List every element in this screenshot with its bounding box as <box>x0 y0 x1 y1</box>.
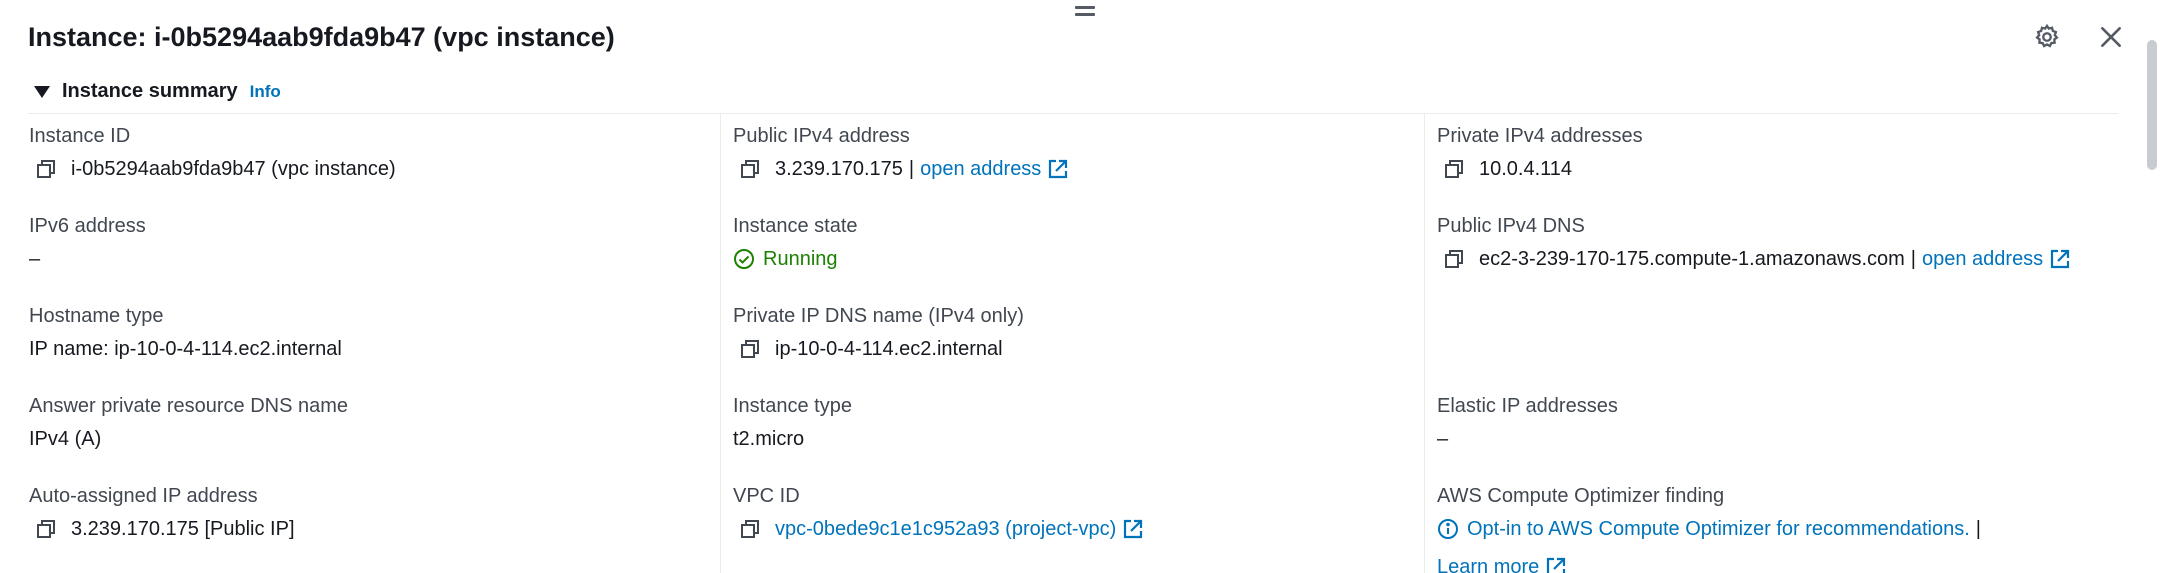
field-label: Public IPv4 DNS <box>1437 215 1585 237</box>
field-label: Instance state <box>733 215 858 237</box>
field-value: ip-10-0-4-114.ec2.internal <box>775 338 1003 360</box>
column-divider <box>1424 114 1425 573</box>
instance-details-panel: Instance: i-0b5294aab9fda9b47 (vpc insta… <box>0 0 2161 573</box>
field-value: t2.micro <box>733 428 805 450</box>
instance-type-field: Instance type t2.micro <box>733 394 852 451</box>
copy-icon[interactable] <box>35 518 57 540</box>
field-value: ec2-3-239-170-175.compute-1.amazonaws.co… <box>1479 248 1905 270</box>
optimizer-opt-in-link[interactable]: Opt-in to AWS Compute Optimizer for reco… <box>1467 517 1970 541</box>
caret-down-icon <box>34 85 50 98</box>
status-running: Running <box>763 248 838 270</box>
separator: | <box>908 158 915 180</box>
field-value: 3.239.170.175 <box>775 158 903 180</box>
field-label: Instance ID <box>29 125 131 147</box>
info-link[interactable]: Info <box>250 82 281 102</box>
learn-more-link[interactable]: Learn more <box>1437 555 1539 573</box>
hostname-type-field: Hostname type IP name: ip-10-0-4-114.ec2… <box>29 304 342 361</box>
public-ipv4-field: Public IPv4 address 3.239.170.175 | open… <box>733 124 1069 181</box>
answer-dns-field: Answer private resource DNS name IPv4 (A… <box>29 394 348 451</box>
instance-summary-toggle[interactable]: Instance summary Info <box>34 80 281 103</box>
external-link-icon[interactable] <box>1122 518 1144 540</box>
gear-icon[interactable] <box>2030 20 2064 54</box>
field-label: Instance type <box>733 395 852 417</box>
column-divider <box>720 114 721 573</box>
field-value: – <box>1437 428 1449 450</box>
vpc-id-link[interactable]: vpc-0bede9c1e1c952a93 (project-vpc) <box>775 517 1116 541</box>
copy-icon[interactable] <box>739 518 761 540</box>
header-actions <box>2030 20 2128 54</box>
field-label: Public IPv4 address <box>733 125 910 147</box>
copy-icon[interactable] <box>1443 158 1465 180</box>
field-value: i-0b5294aab9fda9b47 (vpc instance) <box>71 158 396 180</box>
external-link-icon[interactable] <box>2049 248 2071 270</box>
separator: | <box>1910 248 1916 270</box>
compute-optimizer-field: AWS Compute Optimizer finding Opt-in to … <box>1437 484 1987 573</box>
divider <box>28 113 2118 114</box>
vpc-id-field: VPC ID vpc-0bede9c1e1c952a93 (project-vp… <box>733 484 1144 541</box>
check-circle-icon <box>733 248 755 270</box>
elastic-ip-field: Elastic IP addresses – <box>1437 394 1618 451</box>
copy-icon[interactable] <box>739 158 761 180</box>
section-title: Instance summary <box>62 80 238 102</box>
resize-handle-icon[interactable] <box>1075 6 1095 20</box>
public-dns-field: Public IPv4 DNS ec2-3-239-170-175.comput… <box>1437 214 2071 271</box>
private-dns-field: Private IP DNS name (IPv4 only) ip-10-0-… <box>733 304 1024 361</box>
field-label: Hostname type <box>29 305 164 327</box>
external-link-icon[interactable] <box>1047 158 1069 180</box>
external-link-icon[interactable] <box>1545 556 1567 573</box>
instance-state-field: Instance state Running <box>733 214 858 271</box>
field-value: IPv4 (A) <box>29 428 102 450</box>
page-title: Instance: i-0b5294aab9fda9b47 (vpc insta… <box>28 22 615 52</box>
close-icon[interactable] <box>2094 20 2128 54</box>
scrollbar[interactable] <box>2147 40 2157 170</box>
field-label: AWS Compute Optimizer finding <box>1437 485 1725 507</box>
field-value: – <box>29 248 41 270</box>
field-label: IPv6 address <box>29 215 146 237</box>
field-label: Elastic IP addresses <box>1437 395 1618 417</box>
copy-icon[interactable] <box>1443 248 1465 270</box>
ipv6-field: IPv6 address – <box>29 214 146 271</box>
auto-assigned-ip-field: Auto-assigned IP address 3.239.170.175 [… <box>29 484 295 541</box>
field-label: Private IPv4 addresses <box>1437 125 1643 147</box>
field-value: 10.0.4.114 <box>1479 158 1573 180</box>
open-address-link[interactable]: open address <box>1922 247 2043 271</box>
open-address-link[interactable]: open address <box>920 157 1041 181</box>
info-icon <box>1437 518 1459 540</box>
field-label: Answer private resource DNS name <box>29 395 349 417</box>
separator: | <box>1975 518 1981 540</box>
private-ipv4-field: Private IPv4 addresses 10.0.4.114 <box>1437 124 1643 181</box>
field-label: Private IP DNS name (IPv4 only) <box>733 305 1024 327</box>
copy-icon[interactable] <box>35 158 57 180</box>
field-label: Auto-assigned IP address <box>29 485 258 507</box>
field-value: IP name: ip-10-0-4-114.ec2.internal <box>29 338 342 360</box>
instance-id-field: Instance ID i-0b5294aab9fda9b47 (vpc ins… <box>29 124 396 181</box>
field-label: VPC ID <box>733 485 800 507</box>
field-value: 3.239.170.175 [Public IP] <box>71 518 295 540</box>
copy-icon[interactable] <box>739 338 761 360</box>
